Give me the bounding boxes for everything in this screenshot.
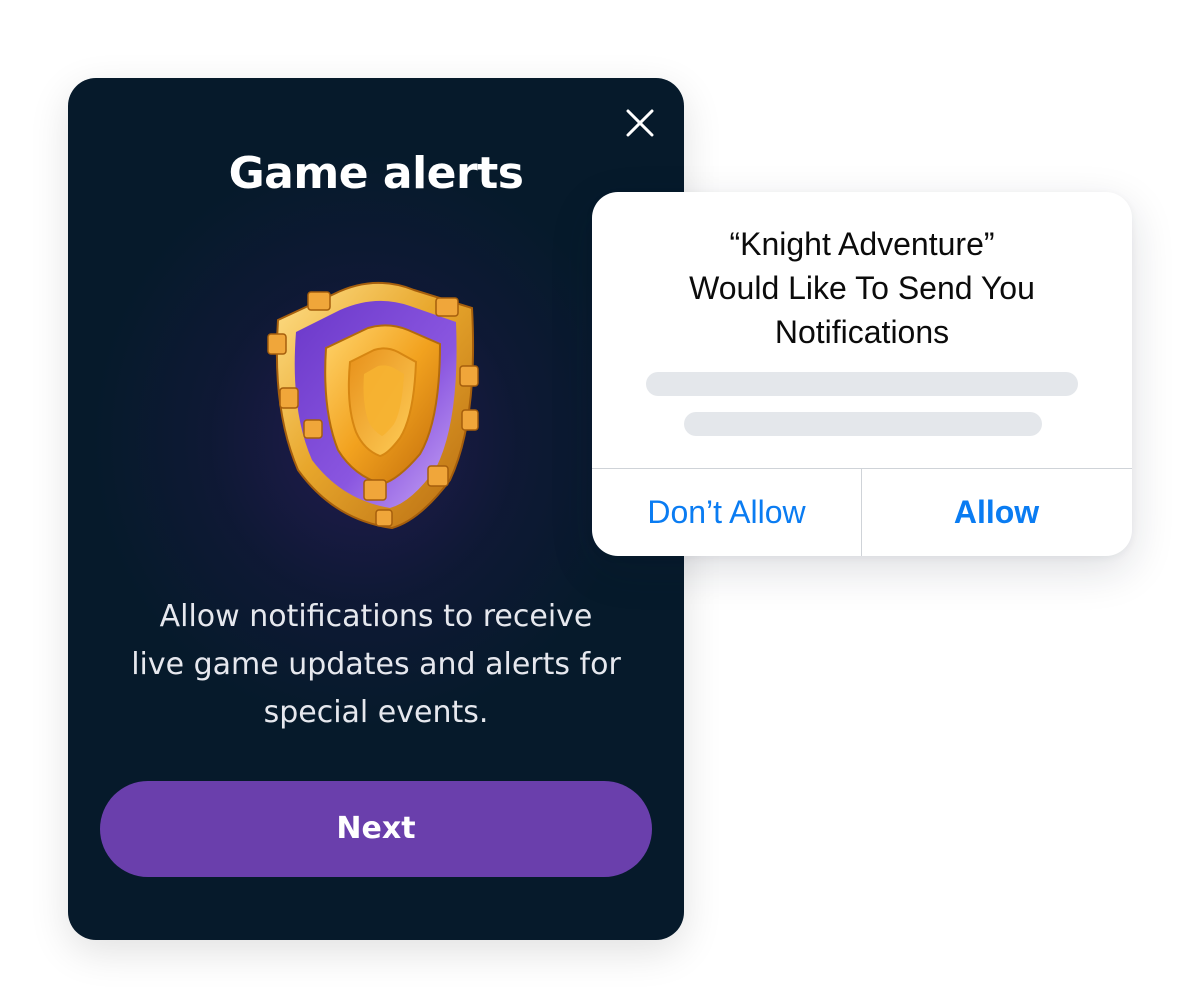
description-line: special events. (263, 695, 489, 730)
dialog-title-line: “Knight Adventure” (729, 226, 995, 262)
description-line: Allow notifications to receive (159, 599, 593, 634)
dialog-title-line: Would Like To Send You (689, 270, 1035, 306)
next-button[interactable]: Next (100, 781, 652, 877)
placeholder-text-bar (684, 412, 1042, 436)
close-icon (626, 109, 654, 137)
card-description: Allow notifications to receive live game… (108, 593, 644, 737)
stage: Game alerts Allow notifications to recei… (0, 0, 1200, 1000)
allow-button[interactable]: Allow (862, 469, 1131, 556)
description-line: live game updates and alerts for (131, 647, 621, 682)
notification-permission-dialog: “Knight Adventure” Would Like To Send Yo… (592, 192, 1132, 556)
card-title: Game alerts (228, 148, 524, 199)
dialog-title-line: Notifications (774, 314, 950, 350)
dont-allow-button[interactable]: Don’t Allow (592, 469, 861, 556)
shield-icon (264, 270, 484, 534)
dialog-title: “Knight Adventure” Would Like To Send Yo… (592, 222, 1132, 354)
placeholder-text-bar (646, 372, 1078, 396)
close-button[interactable] (623, 106, 657, 140)
